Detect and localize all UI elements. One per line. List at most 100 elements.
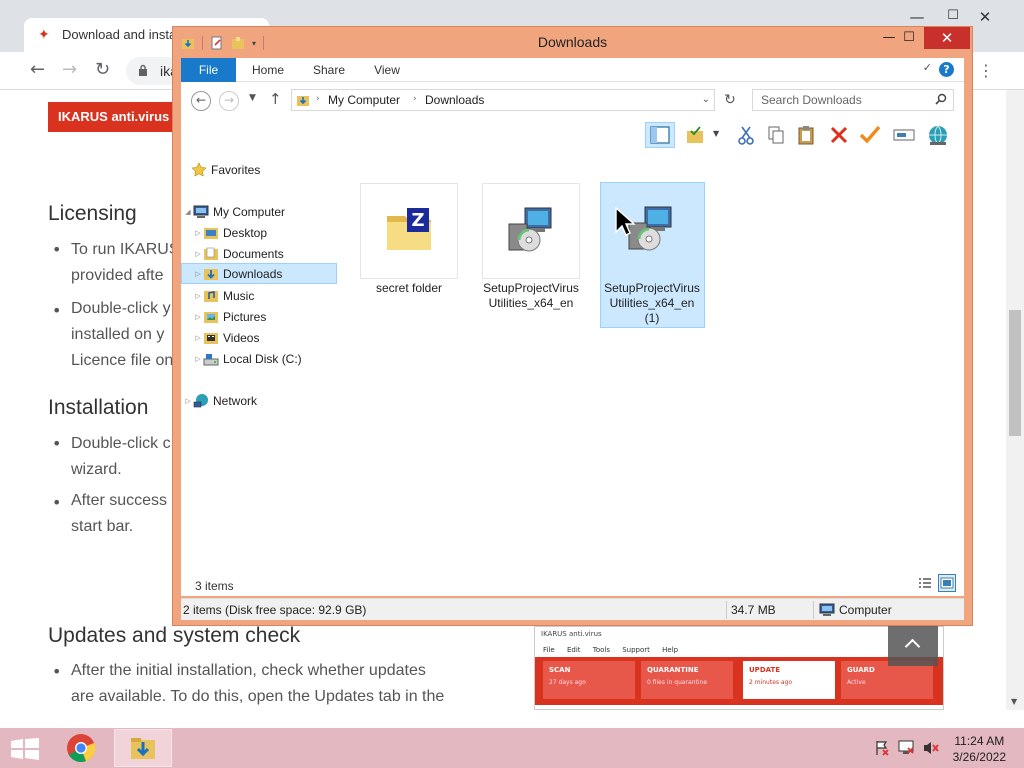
ribbon-expand-icon[interactable]: ✓	[923, 61, 932, 74]
ikarus-menu-edit: Edit	[566, 646, 581, 654]
nav-pictures[interactable]: ▷ Pictures	[193, 306, 266, 327]
updates-item: After the initial installation, check wh…	[71, 658, 444, 710]
computer-icon	[193, 204, 209, 220]
action-center-flag-icon[interactable]	[874, 740, 890, 759]
clock-time: 11:24 AM	[954, 734, 1005, 748]
preview-pane-button[interactable]	[645, 122, 675, 148]
nav-favorites[interactable]: Favorites	[191, 159, 260, 180]
help-icon[interactable]: ?	[939, 62, 954, 77]
expand-arrow-icon[interactable]: ▷	[193, 292, 203, 300]
nav-label: My Computer	[213, 204, 286, 219]
collapse-arrow-icon[interactable]: ◢	[183, 208, 193, 216]
nav-downloads[interactable]: ▷ Downloads	[181, 263, 337, 284]
copy-button[interactable]	[763, 122, 789, 148]
expand-arrow-icon[interactable]: ▷	[193, 270, 203, 278]
licensing-item-1: To run IKARUS provided afte	[71, 237, 179, 289]
large-icons-view-button[interactable]	[938, 574, 956, 592]
scrollbar-thumb[interactable]	[1009, 310, 1021, 436]
navigation-bar: ← → ▼ ↑ › My Computer › Downloads ⌄ ↻ Se…	[181, 82, 964, 118]
ribbon-tab-share[interactable]: Share	[307, 58, 351, 82]
breadcrumb-chevron-icon[interactable]: ›	[316, 94, 320, 104]
ribbon-tab-file[interactable]: File	[181, 58, 236, 82]
recent-locations-icon[interactable]: ▼	[249, 93, 256, 103]
cut-button[interactable]	[733, 122, 759, 148]
ikarus-app-title: IKARUS anti.virus	[541, 630, 602, 638]
ribbon-tab-view[interactable]: View	[367, 58, 407, 82]
scroll-to-top-button[interactable]	[888, 624, 938, 666]
explorer-close-button[interactable]: ✕	[924, 27, 970, 49]
paste-button[interactable]	[793, 122, 819, 148]
nav-my-computer[interactable]: ◢ My Computer	[183, 201, 285, 222]
system-clock[interactable]: 11:24 AM 3/26/2022	[953, 733, 1006, 765]
explorer-forward-button[interactable]: →	[219, 91, 239, 111]
reload-icon[interactable]: ↻	[95, 61, 110, 79]
file-label-line: SetupProjectVirus	[604, 281, 700, 295]
folder-options-button[interactable]	[683, 122, 709, 148]
nav-label: Documents	[223, 246, 284, 261]
lock-icon	[139, 64, 147, 76]
ribbon-tab-home[interactable]: Home	[243, 58, 293, 82]
delete-button[interactable]	[826, 122, 852, 148]
expand-arrow-icon[interactable]: ▷	[193, 229, 203, 237]
rename-button[interactable]	[891, 122, 917, 148]
nav-local-disk[interactable]: ▷ Local Disk (C:)	[193, 348, 301, 369]
nav-network[interactable]: ▷ Network	[183, 390, 257, 411]
path-dropdown-icon[interactable]: ⌄	[702, 94, 710, 105]
taskbar-chrome-button[interactable]	[52, 729, 110, 767]
breadcrumb-downloads[interactable]: Downloads	[425, 93, 484, 107]
network-button[interactable]	[925, 122, 951, 148]
text-line: After success	[71, 492, 168, 509]
expand-arrow-icon[interactable]: ▷	[193, 355, 203, 363]
explorer-title: Downloads	[537, 34, 608, 50]
file-item-secret-folder[interactable]: Z	[360, 183, 458, 279]
folder-options-dropdown-icon[interactable]: ▼	[713, 129, 719, 138]
expand-arrow-icon[interactable]: ▷	[193, 334, 203, 342]
explorer-back-button[interactable]: ←	[191, 91, 211, 111]
nav-desktop[interactable]: ▷ Desktop	[193, 222, 267, 243]
chrome-close-button[interactable]: ✕	[962, 8, 1008, 26]
file-item-setup-virus-utilities[interactable]	[482, 183, 580, 279]
bullet: •	[52, 240, 62, 259]
view-switcher	[916, 574, 956, 592]
explorer-titlebar[interactable]: ▾ Downloads — ☐ ✕	[173, 27, 972, 57]
tile-sub: 2 minutes ago	[749, 679, 793, 686]
nav-documents[interactable]: ▷ Documents	[193, 243, 284, 264]
chrome-menu-icon[interactable]: ⋮	[978, 61, 994, 80]
taskbar-explorer-button[interactable]	[114, 729, 172, 767]
select-button[interactable]	[857, 122, 883, 148]
network-status-icon[interactable]	[898, 740, 916, 759]
expand-arrow-icon[interactable]: ▷	[193, 250, 203, 258]
scissors-icon	[738, 126, 754, 145]
file-label: secret folder	[375, 281, 443, 295]
expand-arrow-icon[interactable]: ▷	[183, 397, 193, 405]
scroll-down-icon[interactable]: ▼	[1011, 697, 1017, 706]
up-icon[interactable]: ↑	[269, 90, 282, 108]
checkmark-icon	[859, 125, 881, 144]
page-scrollbar[interactable]: ▼	[1006, 90, 1024, 710]
navigation-pane: Favorites ◢ My Computer ▷ Desktop ▷ Docu…	[181, 152, 341, 596]
details-view-icon	[919, 578, 931, 588]
forward-icon[interactable]: →	[62, 61, 77, 79]
breadcrumb-my-computer[interactable]: My Computer	[328, 93, 400, 107]
volume-muted-icon[interactable]	[922, 740, 940, 759]
ikarus-menu-file: File	[543, 646, 555, 654]
windows-start-icon[interactable]	[10, 738, 40, 760]
ikarus-app-screenshot: IKARUS anti.virus File Edit Tools Suppor…	[534, 626, 944, 710]
nav-videos[interactable]: ▷ Videos	[193, 327, 259, 348]
details-view-button[interactable]	[916, 574, 934, 592]
refresh-icon[interactable]: ↻	[719, 90, 741, 112]
breadcrumb-chevron-icon[interactable]: ›	[413, 94, 417, 104]
search-box[interactable]: Search Downloads	[752, 89, 954, 111]
nav-music[interactable]: ▷ Music	[193, 285, 254, 306]
clock-date: 3/26/2022	[952, 750, 1006, 764]
explorer-maximize-button[interactable]: ☐	[894, 27, 924, 49]
path-box[interactable]: › My Computer › Downloads ⌄	[291, 89, 715, 111]
tile-sub: 27 days ago	[549, 679, 586, 686]
expand-arrow-icon[interactable]: ▷	[193, 313, 203, 321]
status-selection: 2 items (Disk free space: 92.9 GB)	[183, 603, 367, 617]
svg-text:Z: Z	[411, 210, 424, 231]
command-toolbar: ▼	[181, 118, 964, 152]
bullet: •	[52, 434, 62, 453]
file-label-line: Utilities_x64_en	[488, 296, 574, 310]
back-icon[interactable]: ←	[30, 61, 45, 79]
